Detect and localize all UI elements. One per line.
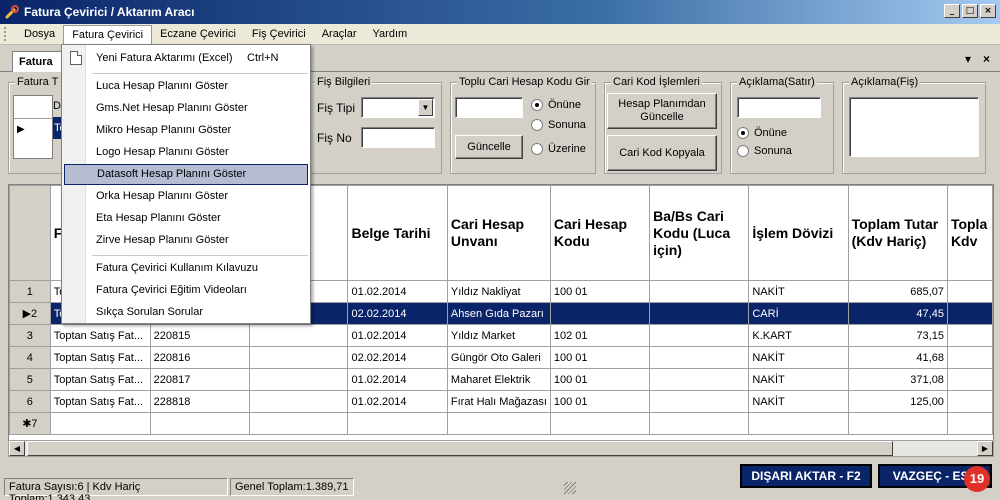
tab-fatura[interactable]: Fatura — [12, 51, 68, 72]
table-row[interactable]: 3 Toptan Satış Fat... 220815 01.02.2014 Yıl… — [9, 324, 993, 347]
menu-yardim[interactable]: Yardım — [365, 25, 416, 44]
toplu-cari-legend: Toplu Cari Hesap Kodu Gir — [457, 76, 592, 88]
tab-list-icon[interactable]: ▾ — [965, 52, 971, 66]
col-header-belge-tarihi[interactable]: Belge Tarihi — [347, 185, 448, 281]
menu-item-datasoft[interactable]: Datasoft Hesap Planını Göster — [64, 164, 308, 185]
menu-item-zirve[interactable]: Zirve Hesap Planını Göster — [64, 230, 308, 251]
menu-fis-cevirici[interactable]: Fiş Çevirici — [244, 25, 314, 44]
menu-separator — [92, 255, 308, 256]
menu-item-eta[interactable]: Eta Hesap Planını Göster — [64, 208, 308, 229]
cari-kod-legend: Cari Kod İşlemleri — [611, 76, 702, 88]
aciklama-fis-legend: Açıklama(Fiş) — [849, 76, 921, 88]
radio-onune[interactable]: Önüne — [531, 99, 581, 111]
menu-separator — [92, 73, 308, 74]
table-new-row[interactable]: ✱7 — [9, 412, 993, 435]
cari-kod-group: Cari Kod İşlemleri Hesap Planımdan Güncel… — [604, 76, 722, 174]
table-row[interactable]: 4 Toptan Satış Fat... 220816 02.02.2014 Gün… — [9, 346, 993, 369]
menu-item-logo[interactable]: Logo Hesap Planını Göster — [64, 142, 308, 163]
menu-araclar[interactable]: Araçlar — [314, 25, 365, 44]
status-summary: Fatura Sayısı:6 | Kdv Hariç Toplam:1.343… — [4, 478, 228, 500]
row-pointer-icon: ▶ — [17, 124, 25, 135]
menu-fatura-cevirici[interactable]: Fatura Çevirici — [63, 24, 153, 44]
menu-item-luca[interactable]: Luca Hesap Planını Göster — [64, 76, 308, 97]
menu-item-sss[interactable]: Sıkça Sorulan Sorular — [64, 302, 308, 323]
fis-tipi-select[interactable]: ▼ — [361, 97, 435, 118]
title-bar: Fatura Çevirici / Aktarım Aracı _ □ × — [0, 0, 1000, 24]
menu-item-orka[interactable]: Orka Hesap Planını Göster — [64, 186, 308, 207]
menu-dosya[interactable]: Dosya — [16, 25, 63, 44]
cari-kod-kopyala-button[interactable]: Cari Kod Kopyala — [607, 135, 717, 171]
scroll-right-icon[interactable]: ▶ — [977, 441, 993, 456]
row-pointer-icon: ▶ — [22, 308, 32, 320]
fis-tipi-label: Fiş Tipi — [317, 101, 356, 115]
menu-item-egitim-videolari[interactable]: Fatura Çevirici Eğitim Videoları — [64, 280, 308, 301]
horizontal-scrollbar[interactable]: ◀ ▶ — [8, 440, 994, 457]
radio-aciklama-sonuna[interactable]: Sonuna — [737, 145, 792, 157]
menu-eczane-cevirici[interactable]: Eczane Çevirici — [152, 25, 244, 44]
aciklama-satir-input[interactable] — [737, 97, 821, 118]
menu-item-kullanim-kilavuzu[interactable]: Fatura Çevirici Kullanım Kılavuzu — [64, 258, 308, 279]
col-header-cari-hesap-kodu[interactable]: Cari Hesap Kodu — [549, 185, 651, 281]
col-header-babs-cari-kodu[interactable]: Ba/Bs Cari Kodu (Luca için) — [649, 185, 750, 281]
fis-bilgileri-group: Fiş Bilgileri Fiş Tipi ▼ Fiş No — [308, 76, 442, 174]
aciklama-satir-group: Açıklama(Satır) Önüne Sonuna — [730, 76, 834, 174]
guncelle-button[interactable]: Güncelle — [455, 135, 523, 159]
fis-no-label: Fiş No — [317, 131, 352, 145]
status-genel-toplam: Genel Toplam:1.389,71 — [230, 478, 354, 496]
close-button[interactable]: × — [980, 4, 996, 18]
menu-item-yeni-fatura-aktarimi[interactable]: Yeni Fatura Aktarımı (Excel) Ctrl+N — [64, 48, 308, 69]
aciklama-fis-group: Açıklama(Fiş) — [842, 76, 986, 174]
aciklama-fis-textarea[interactable] — [849, 97, 979, 157]
col-header-cari-hesap-unvani[interactable]: Cari Hesap Unvanı — [446, 185, 551, 281]
disari-aktar-button[interactable]: DIŞARI AKTAR - F2 — [740, 464, 872, 488]
fatura-mini-grid: ▶ — [13, 95, 53, 159]
row-header-corner — [9, 185, 51, 281]
shortcut-ctrl-n: Ctrl+N — [247, 52, 279, 64]
radio-uzerine[interactable]: Üzerine — [531, 143, 586, 155]
radio-sonuna[interactable]: Sonuna — [531, 119, 586, 131]
menu-item-gms-net[interactable]: Gms.Net Hesap Planını Göster — [64, 98, 308, 119]
toplu-cari-input[interactable] — [455, 97, 523, 118]
window-title: Fatura Çevirici / Aktarım Aracı — [24, 5, 195, 19]
maximize-button[interactable]: □ — [962, 4, 978, 18]
fatura-cevirici-menu: Yeni Fatura Aktarımı (Excel) Ctrl+N Luca… — [61, 44, 311, 324]
scroll-left-icon[interactable]: ◀ — [9, 441, 25, 456]
table-row[interactable]: 5 Toptan Satış Fat... 220817 01.02.2014 Mah… — [9, 368, 993, 391]
aciklama-satir-legend: Açıklama(Satır) — [737, 76, 817, 88]
new-document-icon — [70, 51, 82, 65]
resize-grip-icon[interactable] — [564, 482, 576, 494]
chevron-down-icon[interactable]: ▼ — [418, 99, 433, 116]
fis-bilgileri-legend: Fiş Bilgileri — [315, 76, 373, 88]
tab-close-icon[interactable]: × — [983, 52, 990, 66]
wrench-icon — [5, 5, 19, 19]
notification-badge: 19 — [964, 466, 990, 492]
menu-item-mikro[interactable]: Mikro Hesap Planını Göster — [64, 120, 308, 141]
toplu-cari-group: Toplu Cari Hesap Kodu Gir Önüne Sonuna Ü… — [450, 76, 596, 174]
table-row[interactable]: 6 Toptan Satış Fat... 228818 01.02.2014 Fır… — [9, 390, 993, 413]
fatura-group-legend: Fatura T — [15, 76, 61, 88]
toolbar-grip — [4, 27, 10, 41]
minimize-button[interactable]: _ — [944, 4, 960, 18]
fis-no-input[interactable] — [361, 127, 435, 148]
col-header-toplam-tutar[interactable]: Toplam Tutar (Kdv Hariç) — [847, 185, 948, 281]
hesap-planimdan-guncelle-button[interactable]: Hesap Planımdan Güncelle — [607, 93, 717, 129]
menu-bar: Dosya Fatura Çevirici Eczane Çevirici Fi… — [0, 24, 1000, 45]
scroll-thumb[interactable] — [27, 441, 893, 456]
col-header-islem-dovizi[interactable]: İşlem Dövizi — [748, 185, 849, 281]
col-header-toplam-kdv[interactable]: Topla Kdv — [946, 185, 993, 281]
radio-aciklama-onune[interactable]: Önüne — [737, 127, 787, 139]
